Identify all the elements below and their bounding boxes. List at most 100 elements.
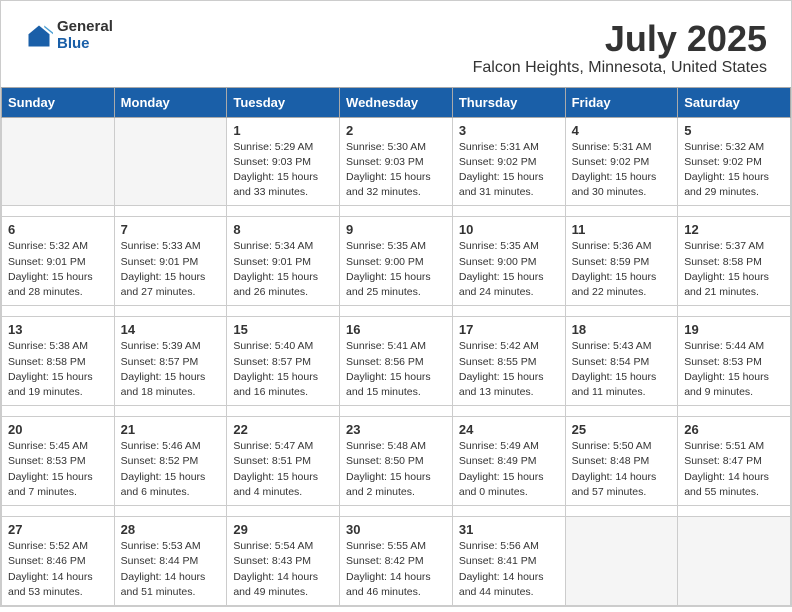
day-info: Sunrise: 5:52 AM Sunset: 8:46 PM Dayligh…: [8, 539, 108, 600]
calendar-day-cell: 10 Sunrise: 5:35 AM Sunset: 9:00 PM Dayli…: [452, 217, 565, 306]
calendar-day-cell: 31Sunrise: 5:56 AM Sunset: 8:41 PM Dayli…: [452, 517, 565, 606]
logo: General Blue: [25, 19, 113, 52]
day-info: Sunrise: 5:38 AM Sunset: 8:58 PM Dayligh…: [8, 339, 108, 400]
calendar-day-cell: 20 Sunrise: 5:45 AM Sunset: 8:53 PM Dayli…: [2, 417, 115, 506]
calendar-day-cell: 7Sunrise: 5:33 AM Sunset: 9:01 PM Daylig…: [114, 217, 227, 306]
header: General Blue July 2025 Falcon Heights, M…: [1, 1, 791, 87]
day-number: 25: [572, 422, 672, 437]
day-number: 29: [233, 522, 333, 537]
day-info: Sunrise: 5:48 AM Sunset: 8:50 PM Dayligh…: [346, 439, 446, 500]
calendar-day-cell: 14 Sunrise: 5:39 AM Sunset: 8:57 PM Dayli…: [114, 317, 227, 406]
day-info: Sunrise: 5:54 AM Sunset: 8:43 PM Dayligh…: [233, 539, 333, 600]
calendar-day-cell: 8Sunrise: 5:34 AM Sunset: 9:01 PM Daylig…: [227, 217, 340, 306]
week-spacer-row: [2, 306, 791, 317]
day-number: 22: [233, 422, 333, 437]
weekday-header-wednesday: Wednesday: [340, 87, 453, 117]
day-number: 10: [459, 222, 559, 237]
calendar-day-cell: 29 Sunrise: 5:54 AM Sunset: 8:43 PM Dayli…: [227, 517, 340, 606]
calendar-day-cell: 19Sunrise: 5:44 AM Sunset: 8:53 PM Dayli…: [678, 317, 791, 406]
calendar-day-cell: 26 Sunrise: 5:51 AM Sunset: 8:47 PM Dayli…: [678, 417, 791, 506]
title-block: July 2025 Falcon Heights, Minnesota, Uni…: [473, 19, 767, 77]
day-number: 5: [684, 123, 784, 138]
calendar-day-cell: 16Sunrise: 5:41 AM Sunset: 8:56 PM Dayli…: [340, 317, 453, 406]
day-info: Sunrise: 5:37 AM Sunset: 8:58 PM Dayligh…: [684, 239, 784, 300]
day-info: Sunrise: 5:53 AM Sunset: 8:44 PM Dayligh…: [121, 539, 221, 600]
day-info: Sunrise: 5:56 AM Sunset: 8:41 PM Dayligh…: [459, 539, 559, 600]
calendar-day-cell: 4Sunrise: 5:31 AM Sunset: 9:02 PM Daylig…: [565, 117, 678, 206]
day-number: 1: [233, 123, 333, 138]
calendar-week-row: 20 Sunrise: 5:45 AM Sunset: 8:53 PM Dayli…: [2, 417, 791, 506]
day-number: 2: [346, 123, 446, 138]
calendar-day-cell: 22 Sunrise: 5:47 AM Sunset: 8:51 PM Dayli…: [227, 417, 340, 506]
day-info: Sunrise: 5:44 AM Sunset: 8:53 PM Dayligh…: [684, 339, 784, 400]
day-info: Sunrise: 5:43 AM Sunset: 8:54 PM Dayligh…: [572, 339, 672, 400]
day-number: 15: [233, 322, 333, 337]
calendar-day-cell: 24 Sunrise: 5:49 AM Sunset: 8:49 PM Dayli…: [452, 417, 565, 506]
day-number: 26: [684, 422, 784, 437]
day-info: Sunrise: 5:41 AM Sunset: 8:56 PM Dayligh…: [346, 339, 446, 400]
calendar-day-cell: 5Sunrise: 5:32 AM Sunset: 9:02 PM Daylig…: [678, 117, 791, 206]
logo-icon: [25, 22, 53, 50]
day-number: 13: [8, 322, 108, 337]
day-number: 28: [121, 522, 221, 537]
calendar-day-cell: 17 Sunrise: 5:42 AM Sunset: 8:55 PM Dayli…: [452, 317, 565, 406]
calendar-day-cell: 25 Sunrise: 5:50 AM Sunset: 8:48 PM Dayli…: [565, 417, 678, 506]
weekday-header-tuesday: Tuesday: [227, 87, 340, 117]
day-number: 9: [346, 222, 446, 237]
day-info: Sunrise: 5:29 AM Sunset: 9:03 PM Dayligh…: [233, 140, 333, 201]
day-number: 23: [346, 422, 446, 437]
calendar-day-cell: 27Sunrise: 5:52 AM Sunset: 8:46 PM Dayli…: [2, 517, 115, 606]
day-number: 3: [459, 123, 559, 138]
calendar-week-row: 6 Sunrise: 5:32 AM Sunset: 9:01 PM Daylig…: [2, 217, 791, 306]
calendar-week-row: 13 Sunrise: 5:38 AM Sunset: 8:58 PM Dayli…: [2, 317, 791, 406]
calendar-day-cell: 3Sunrise: 5:31 AM Sunset: 9:02 PM Daylig…: [452, 117, 565, 206]
day-number: 18: [572, 322, 672, 337]
day-number: 14: [121, 322, 221, 337]
day-info: Sunrise: 5:49 AM Sunset: 8:49 PM Dayligh…: [459, 439, 559, 500]
day-info: Sunrise: 5:46 AM Sunset: 8:52 PM Dayligh…: [121, 439, 221, 500]
day-info: Sunrise: 5:35 AM Sunset: 9:00 PM Dayligh…: [459, 239, 559, 300]
week-spacer-row: [2, 406, 791, 417]
day-info: Sunrise: 5:36 AM Sunset: 8:59 PM Dayligh…: [572, 239, 672, 300]
day-info: Sunrise: 5:50 AM Sunset: 8:48 PM Dayligh…: [572, 439, 672, 500]
weekday-header-saturday: Saturday: [678, 87, 791, 117]
day-number: 6: [8, 222, 108, 237]
calendar-week-row: 1 Sunrise: 5:29 AM Sunset: 9:03 PM Daylig…: [2, 117, 791, 206]
calendar-subtitle: Falcon Heights, Minnesota, United States: [473, 59, 767, 77]
weekday-header-monday: Monday: [114, 87, 227, 117]
calendar-week-row: 27Sunrise: 5:52 AM Sunset: 8:46 PM Dayli…: [2, 517, 791, 606]
day-info: Sunrise: 5:39 AM Sunset: 8:57 PM Dayligh…: [121, 339, 221, 400]
day-info: Sunrise: 5:34 AM Sunset: 9:01 PM Dayligh…: [233, 239, 333, 300]
day-info: Sunrise: 5:33 AM Sunset: 9:01 PM Dayligh…: [121, 239, 221, 300]
calendar-day-cell: 13 Sunrise: 5:38 AM Sunset: 8:58 PM Dayli…: [2, 317, 115, 406]
day-number: 24: [459, 422, 559, 437]
logo-general-text: General: [57, 19, 113, 36]
weekday-header-thursday: Thursday: [452, 87, 565, 117]
logo-text: General Blue: [57, 19, 113, 52]
calendar-day-cell: [114, 117, 227, 206]
calendar-day-cell: 2Sunrise: 5:30 AM Sunset: 9:03 PM Daylig…: [340, 117, 453, 206]
logo-blue-text: Blue: [57, 36, 113, 53]
weekday-header-row: SundayMondayTuesdayWednesdayThursdayFrid…: [2, 87, 791, 117]
calendar-day-cell: [678, 517, 791, 606]
day-number: 4: [572, 123, 672, 138]
day-info: Sunrise: 5:45 AM Sunset: 8:53 PM Dayligh…: [8, 439, 108, 500]
day-info: Sunrise: 5:51 AM Sunset: 8:47 PM Dayligh…: [684, 439, 784, 500]
calendar-day-cell: 6 Sunrise: 5:32 AM Sunset: 9:01 PM Daylig…: [2, 217, 115, 306]
calendar-day-cell: 15Sunrise: 5:40 AM Sunset: 8:57 PM Dayli…: [227, 317, 340, 406]
day-number: 17: [459, 322, 559, 337]
calendar-day-cell: 11 Sunrise: 5:36 AM Sunset: 8:59 PM Dayli…: [565, 217, 678, 306]
day-info: Sunrise: 5:32 AM Sunset: 9:01 PM Dayligh…: [8, 239, 108, 300]
day-info: Sunrise: 5:47 AM Sunset: 8:51 PM Dayligh…: [233, 439, 333, 500]
calendar-table: SundayMondayTuesdayWednesdayThursdayFrid…: [1, 87, 791, 606]
day-number: 20: [8, 422, 108, 437]
day-number: 30: [346, 522, 446, 537]
calendar-title: July 2025: [473, 19, 767, 59]
day-number: 21: [121, 422, 221, 437]
weekday-header-sunday: Sunday: [2, 87, 115, 117]
calendar-day-cell: [2, 117, 115, 206]
day-number: 12: [684, 222, 784, 237]
day-info: Sunrise: 5:55 AM Sunset: 8:42 PM Dayligh…: [346, 539, 446, 600]
day-info: Sunrise: 5:42 AM Sunset: 8:55 PM Dayligh…: [459, 339, 559, 400]
day-number: 11: [572, 222, 672, 237]
